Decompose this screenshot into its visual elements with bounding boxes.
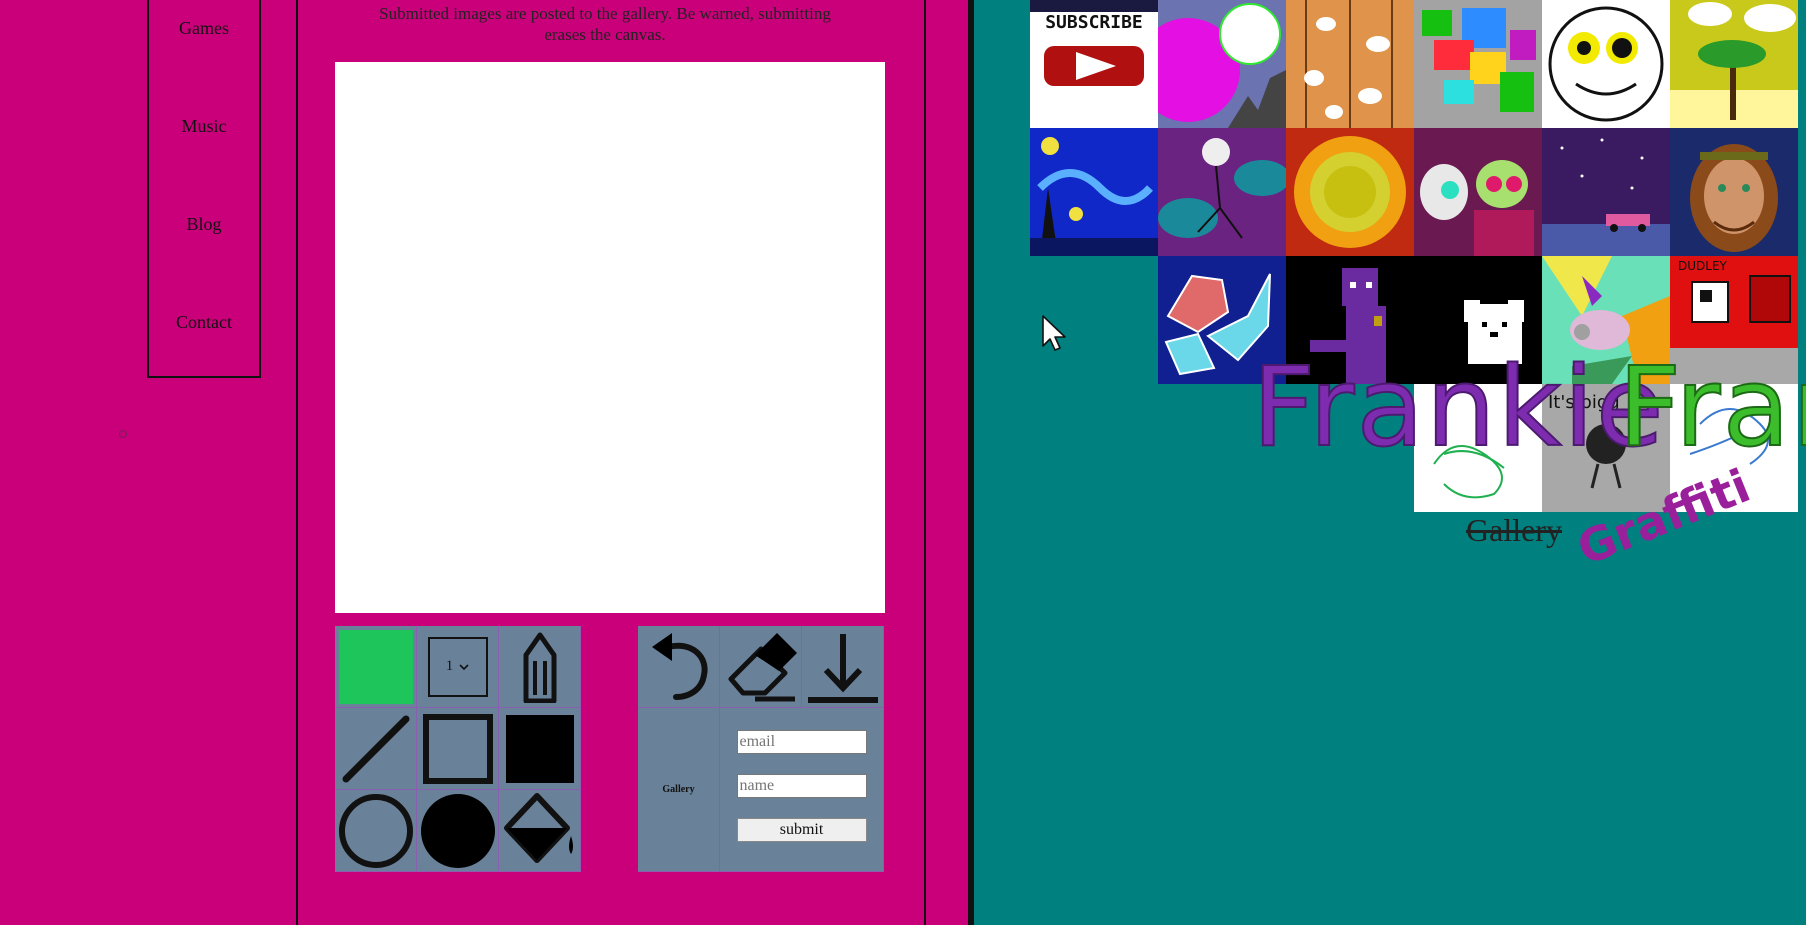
gallery-submit-form: submit xyxy=(720,708,884,872)
gallery-thumb-stickman[interactable] xyxy=(1158,128,1286,256)
undo-icon xyxy=(651,632,708,700)
mouse-cursor-icon xyxy=(1042,315,1066,351)
name-field[interactable] xyxy=(736,774,867,798)
gallery-thumb-portrait[interactable] xyxy=(1670,128,1798,256)
nav-link-games[interactable]: Games xyxy=(149,18,259,39)
circle-filled-tool[interactable] xyxy=(417,790,499,872)
pencil-icon xyxy=(523,632,556,703)
circle-filled-icon xyxy=(420,793,495,868)
decorative-dot xyxy=(119,430,127,438)
color-swatch[interactable] xyxy=(338,629,413,704)
subscribe-text: SUBSCRIBE xyxy=(1045,12,1143,33)
line-icon xyxy=(342,715,409,782)
stickman-thumb xyxy=(1158,128,1286,256)
nav-link-contact[interactable]: Contact xyxy=(149,312,259,333)
nav-link-blog[interactable]: Blog xyxy=(149,214,259,235)
gallery-thumb-palm[interactable] xyxy=(1670,0,1798,128)
nav-link-music[interactable]: Music xyxy=(149,116,259,137)
gallery-heading: Gallery xyxy=(1466,512,1562,548)
gallery-thumb-subscribe[interactable]: SUBSCRIBE xyxy=(1030,0,1158,128)
download-icon xyxy=(807,633,878,703)
fill-bucket-icon xyxy=(503,792,573,863)
logo-frankie-repeat: Fran xyxy=(1617,343,1806,471)
gallery-thumb-night-car[interactable] xyxy=(1542,128,1670,256)
circle-outline-tool[interactable] xyxy=(335,790,417,872)
brush-size-value: 1 xyxy=(445,658,454,674)
gallery-panel: SUBSCRIBE DUDLEY It's bigg Frankie Fra G… xyxy=(974,0,1806,925)
brush-size-cell[interactable]: 1 xyxy=(417,626,499,708)
color-blocks-thumb xyxy=(1414,0,1542,128)
gallery-label: Gallery xyxy=(662,784,695,795)
rectangle-filled-tool[interactable] xyxy=(499,708,581,790)
gallery-thumb-sun[interactable] xyxy=(1286,128,1414,256)
intro-text: Submitted images are posted to the galle… xyxy=(360,3,850,45)
smiley-thumb xyxy=(1542,0,1670,128)
gallery-thumb-starry-night[interactable] xyxy=(1030,128,1158,256)
magenta-circle-thumb xyxy=(1158,0,1286,128)
subscribe-thumb: SUBSCRIBE xyxy=(1030,0,1158,128)
gallery-thumb-smiley[interactable] xyxy=(1542,0,1670,128)
circle-outline-icon xyxy=(338,793,413,868)
pencil-tool[interactable] xyxy=(499,626,581,708)
gallery-link[interactable]: Gallery xyxy=(638,708,720,872)
undo-button[interactable] xyxy=(638,626,720,708)
download-button[interactable] xyxy=(802,626,884,708)
rectangle-outline-icon xyxy=(422,713,493,784)
gallery-thumb-invader[interactable] xyxy=(1414,128,1542,256)
intro-line-top: Submitted images are posted to the galle… xyxy=(379,4,831,23)
rectangle-filled-icon xyxy=(505,714,574,783)
tool-palette: 1 xyxy=(335,626,581,872)
nav-menu: Games Music Blog Contact xyxy=(147,0,261,378)
drawing-canvas[interactable] xyxy=(335,62,885,613)
invader-zim-thumb xyxy=(1414,128,1542,256)
starry-night-thumb xyxy=(1030,128,1158,256)
gallery-thumb-magenta[interactable] xyxy=(1158,0,1286,128)
dudley-text: DUDLEY xyxy=(1678,259,1728,273)
email-field[interactable] xyxy=(736,730,867,754)
brush-size-select[interactable]: 1 xyxy=(427,636,488,697)
gallery-thumb-blocks[interactable] xyxy=(1414,0,1542,128)
chevron-down-icon xyxy=(459,663,469,670)
line-tool[interactable] xyxy=(335,708,417,790)
palm-tree-thumb xyxy=(1670,0,1798,128)
fill-bucket-tool[interactable] xyxy=(499,790,581,872)
eraser-icon xyxy=(728,632,797,701)
color-picker-cell[interactable] xyxy=(335,626,417,708)
sun-thumb xyxy=(1286,128,1414,256)
action-panel: Gallery submit xyxy=(638,626,884,872)
bearded-portrait-thumb xyxy=(1670,128,1798,256)
logo-frankie: Frankie xyxy=(1251,343,1666,471)
night-car-thumb xyxy=(1542,128,1670,256)
submit-button[interactable]: submit xyxy=(736,818,867,842)
intro-line-bottom: erases the canvas. xyxy=(544,25,666,44)
gallery-thumb-petals[interactable] xyxy=(1286,0,1414,128)
eraser-button[interactable] xyxy=(720,626,802,708)
rectangle-outline-tool[interactable] xyxy=(417,708,499,790)
petals-thumb xyxy=(1286,0,1414,128)
